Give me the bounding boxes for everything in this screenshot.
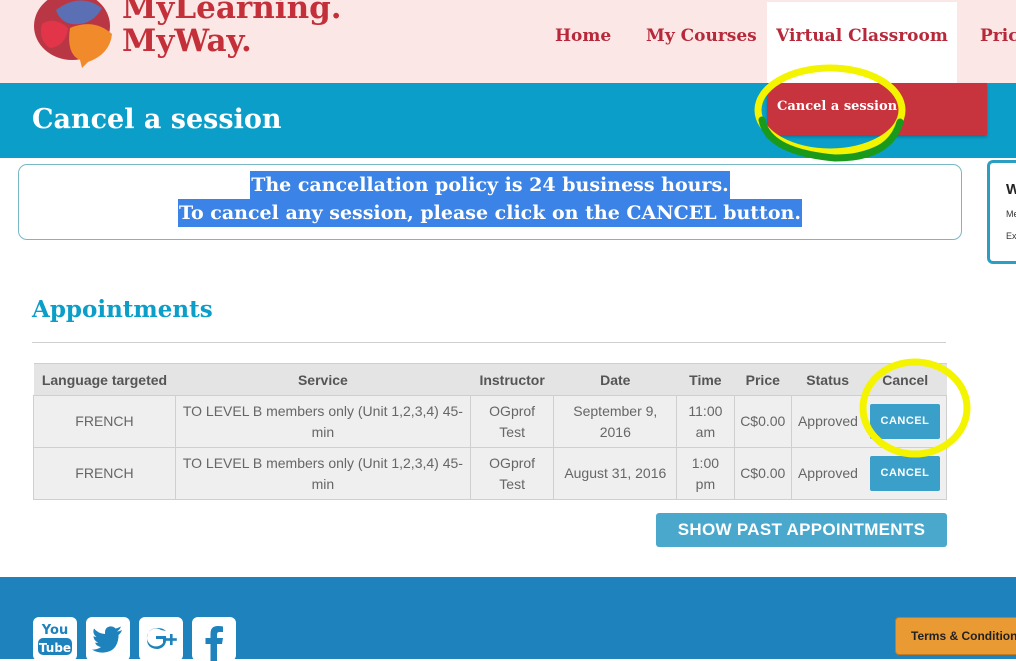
- appointments-heading: Appointments: [32, 296, 213, 323]
- facebook-icon[interactable]: [192, 617, 236, 661]
- column-header: Date: [553, 363, 677, 396]
- column-header: Price: [734, 363, 792, 396]
- cell-language: FRENCH: [33, 395, 176, 448]
- cancel-button[interactable]: CANCEL: [869, 404, 941, 439]
- nav-home[interactable]: Home: [555, 0, 611, 76]
- cell-date: September 9, 2016: [553, 395, 678, 448]
- youtube-icon-text-bottom: Tube: [39, 641, 71, 655]
- site-header: MyLearning. MyWay. Home My Courses Virtu…: [0, 0, 1016, 83]
- column-header: Language targeted: [33, 363, 176, 396]
- youtube-icon[interactable]: You Tube: [33, 617, 77, 661]
- cell-cancel: CANCEL: [863, 395, 947, 448]
- cell-service: TO LEVEL B members only (Unit 1,2,3,4) 4…: [174, 395, 471, 448]
- cell-status: Approved: [790, 395, 864, 448]
- logo-text[interactable]: MyLearning. MyWay.: [122, 0, 342, 58]
- side-panel-title: W: [1006, 181, 1016, 198]
- logo-icon[interactable]: [32, 0, 118, 68]
- column-header: Instructor: [470, 363, 554, 396]
- cell-instructor: OGprof Test: [469, 447, 555, 500]
- cell-date: August 31, 2016: [553, 447, 678, 500]
- cell-instructor: OGprof Test: [469, 395, 555, 448]
- cancel-button[interactable]: CANCEL: [869, 456, 941, 491]
- policy-line-1: The cancellation policy is 24 business h…: [250, 171, 730, 199]
- nav-my-courses[interactable]: My Courses: [646, 0, 757, 76]
- cell-time: 1:00 pm: [676, 447, 735, 500]
- page-title: Cancel a session: [32, 104, 282, 135]
- terms-and-conditions-button[interactable]: Terms & Condition: [895, 617, 1016, 655]
- column-header: Cancel: [863, 363, 947, 396]
- side-panel-line-2: Ex: [1006, 231, 1016, 241]
- cell-status: Approved: [790, 447, 864, 500]
- cell-price: C$0.00: [733, 395, 792, 448]
- divider: [32, 342, 946, 343]
- table-header-row: Language targeted Service Instructor Dat…: [33, 363, 947, 396]
- cell-cancel: CANCEL: [863, 447, 947, 500]
- side-panel-line-1: Me: [1006, 209, 1016, 219]
- logo-line-1: MyLearning.: [122, 0, 342, 26]
- cell-service: TO LEVEL B members only (Unit 1,2,3,4) 4…: [174, 447, 471, 500]
- column-header: Status: [791, 363, 864, 396]
- twitter-icon[interactable]: [86, 617, 130, 661]
- cell-language: FRENCH: [33, 447, 176, 500]
- column-header: Service: [175, 363, 471, 396]
- nav-virtual-classroom[interactable]: Virtual Classroom: [767, 2, 957, 83]
- show-past-appointments-button[interactable]: SHOW PAST APPOINTMENTS: [656, 513, 947, 547]
- youtube-icon-text-top: You: [41, 623, 68, 638]
- site-footer: You Tube: [0, 577, 1016, 661]
- dropdown-item-cancel-session[interactable]: Cancel a session: [777, 99, 897, 114]
- logo-line-2: MyWay.: [122, 23, 252, 59]
- cell-price: C$0.00: [733, 447, 792, 500]
- virtual-classroom-dropdown: Cancel a session: [767, 83, 987, 135]
- table-row: FRENCH TO LEVEL B members only (Unit 1,2…: [33, 395, 947, 448]
- table-row: FRENCH TO LEVEL B members only (Unit 1,2…: [33, 447, 947, 500]
- cancellation-policy-notice: The cancellation policy is 24 business h…: [18, 164, 962, 240]
- google-plus-icon[interactable]: [139, 617, 183, 661]
- cell-time: 11:00 am: [676, 395, 735, 448]
- policy-line-2: To cancel any session, please click on t…: [178, 199, 802, 227]
- appointments-table: Language targeted Service Instructor Dat…: [33, 363, 947, 500]
- column-header: Time: [676, 363, 735, 396]
- side-panel: W Me Ex: [987, 160, 1016, 264]
- nav-pricing[interactable]: Prici: [980, 0, 1016, 76]
